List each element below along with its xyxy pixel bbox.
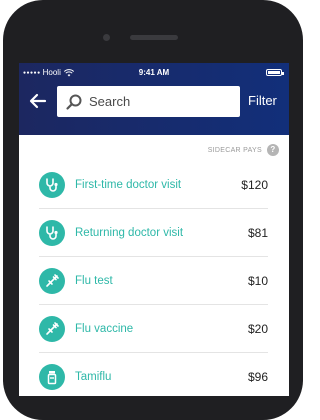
camera-icon [103,34,110,41]
stethoscope-icon [39,219,65,246]
item-name: Returning doctor visit [75,226,184,239]
search-input[interactable] [89,94,229,109]
list-item[interactable]: First-time doctor visit $120 [39,161,268,209]
syringe-icon [39,315,65,342]
list-item[interactable]: Tamiflu $96 [39,353,268,396]
item-price: $20 [247,321,268,336]
status-time: 9:41 AM [138,68,170,77]
list-item[interactable]: Flu test $10 [39,257,268,305]
pill-bottle-icon [39,363,65,390]
app-screen: ●●●●● Hooli 9:41 AM Search Filter SIDECA… [19,63,289,396]
app-header: ●●●●● Hooli 9:41 AM Search Filter [19,63,289,135]
list-item[interactable]: Returning doctor visit $81 [39,209,268,257]
filter-button[interactable]: Filter [248,93,277,108]
phone-frame: ●●●●● Hooli 9:41 AM Search Filter SIDECA… [3,0,303,420]
item-price: $120 [241,177,268,192]
back-arrow-icon[interactable] [29,92,47,110]
item-name: First-time doctor visit [75,178,182,191]
list-item[interactable]: Flu vaccine $20 [39,305,268,353]
item-price: $10 [247,273,268,288]
search-icon [66,94,82,110]
speaker-grille [130,35,178,40]
item-price: $81 [247,225,268,240]
help-icon[interactable]: ? [267,144,279,156]
sidecar-pays-label: SIDECAR PAYS [207,146,262,154]
stethoscope-icon [39,171,65,198]
search-bar[interactable] [57,86,240,117]
syringe-icon [39,267,65,294]
service-list: First-time doctor visit $120 Returning d… [39,161,268,396]
status-bar: ●●●●● Hooli 9:41 AM [19,66,289,80]
item-name: Tamiflu [75,370,112,383]
sidecar-pays-header: SIDECAR PAYS ? [19,143,279,157]
item-name: Flu vaccine [75,322,134,335]
item-price: $96 [247,369,268,384]
item-name: Flu test [75,274,113,287]
battery-icon [266,69,284,76]
